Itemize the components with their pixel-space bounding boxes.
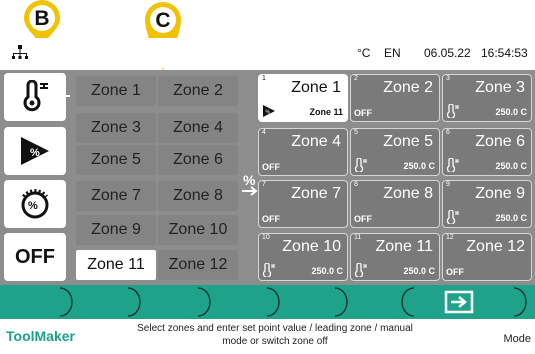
zone-tile-name: Zone 4 [291, 133, 341, 150]
leading-zone-mode-button[interactable]: % [4, 127, 66, 175]
setpoint-mode-button[interactable] [4, 73, 66, 121]
zone-tile-number: 10 [262, 234, 270, 241]
mode-label: Mode [503, 333, 531, 345]
zone-tile-number: 4 [262, 129, 266, 136]
zone-tile-11[interactable]: 11 Zone 11 250.0 C [350, 233, 440, 281]
action-slot-3[interactable] [198, 285, 267, 319]
zone-tile-2[interactable]: 2 Zone 2 OFF [350, 74, 440, 122]
thermometer-icon [354, 158, 367, 172]
zone-tile-number: 5 [354, 129, 358, 136]
zone-select-button[interactable]: Zone 2 [158, 76, 238, 106]
zone-tile-name: Zone 12 [466, 238, 525, 255]
zone-tile-status: OFF [354, 214, 372, 224]
action-bar [0, 285, 535, 319]
hint-line-2: mode or switch zone off [222, 336, 328, 347]
zone-tile-name: Zone 9 [475, 185, 525, 202]
zone-tile-number: 11 [354, 234, 362, 241]
zone-tile-1[interactable]: 1 Zone 1% Zone 11 [258, 74, 348, 122]
brand-logo: ToolMaker [6, 328, 75, 344]
zone-select-button[interactable]: Zone 8 [158, 181, 238, 211]
time-display: 16:54:53 [481, 46, 528, 60]
zone-select-button[interactable]: Zone 12 [158, 250, 238, 280]
unit-indicator: °C [357, 46, 371, 60]
zone-tile-4[interactable]: 4 Zone 4 OFF [258, 128, 348, 176]
thermometer-icon [446, 158, 459, 172]
zone-tile-value: 250.0 C [403, 266, 435, 276]
zone-select-button[interactable]: Zone 10 [158, 215, 238, 245]
callout-c-label: C [155, 9, 170, 32]
zone-select-button[interactable]: Zone 7 [76, 181, 156, 211]
zone-tile-number: 9 [446, 181, 450, 188]
zone-select-button[interactable]: Zone 5 [76, 145, 156, 175]
zone-tile-6[interactable]: 6 Zone 6 250.0 C [442, 128, 532, 176]
zone-tile-name: Zone 6 [475, 133, 525, 150]
svg-text:%: % [266, 110, 271, 116]
callout-b-label: B [34, 7, 49, 30]
zone-tile-12[interactable]: 12 Zone 12 OFF [442, 233, 532, 281]
zone-select-button[interactable]: Zone 3 [76, 113, 156, 143]
zone-tile-number: 7 [262, 181, 266, 188]
zone-tile-8[interactable]: 8 Zone 8 OFF [350, 180, 440, 228]
zone-tile-9[interactable]: 9 Zone 9 250.0 C [442, 180, 532, 228]
zone-tile-value: 250.0 C [403, 161, 435, 171]
hint-line-1: Select zones and enter set point value /… [137, 323, 413, 334]
zone-tile-name: Zone 5 [383, 133, 433, 150]
zone-tile-10[interactable]: 10 Zone 10 250.0 C [258, 233, 348, 281]
thermometer-icon [354, 263, 367, 277]
zone-tile-name: Zone 3 [475, 79, 525, 96]
play-percent-icon: % [21, 137, 49, 165]
zone-tile-number: 3 [446, 75, 450, 82]
zone-select-button[interactable]: Zone 6 [158, 145, 238, 175]
svg-text:%: % [28, 200, 38, 212]
zone-tile-value: 250.0 C [495, 107, 527, 117]
zone-tile-number: 8 [354, 181, 358, 188]
zone-tile-number: 6 [446, 129, 450, 136]
zone-tile-name: Zone 2 [383, 79, 433, 96]
action-slot-1[interactable] [60, 285, 128, 319]
svg-text:%: % [30, 147, 40, 159]
enter-button[interactable] [428, 287, 490, 317]
zone-tile-number: 1 [262, 75, 266, 82]
thermometer-icon [262, 263, 275, 277]
zone-select-button[interactable]: Zone 1 [76, 76, 156, 106]
zone-tile-name: Zone 1 [291, 79, 341, 96]
zone-tile-5[interactable]: 5 Zone 5 250.0 C [350, 128, 440, 176]
zone-select-button[interactable]: Zone 9 [76, 215, 156, 245]
zone-tile-number: 2 [354, 75, 358, 82]
zone-tile-status: OFF [354, 108, 372, 118]
enter-icon [444, 290, 474, 314]
zone-tile-status: OFF [262, 162, 280, 172]
action-slot-2[interactable] [128, 285, 198, 319]
zone-tile-value: 250.0 C [495, 213, 527, 223]
thermometer-icon [446, 104, 459, 118]
zone-select-button[interactable]: Zone 4 [158, 113, 238, 143]
thermometer-icon [446, 210, 459, 224]
zone-tile-name: Zone 8 [383, 185, 433, 202]
zone-select-button[interactable]: Zone 11 [76, 250, 156, 280]
date-display: 06.05.22 [424, 46, 471, 60]
zone-tile-value: 250.0 C [311, 266, 343, 276]
leading-zone-icon: % [263, 105, 275, 117]
zone-tile-number: 12 [446, 234, 454, 241]
zone-tile-status: OFF [262, 214, 280, 224]
off-mode-button[interactable]: OFF [4, 233, 66, 281]
network-icon [12, 45, 28, 59]
zone-tile-name: Zone 10 [282, 238, 341, 255]
zone-tile-3[interactable]: 3 Zone 3 250.0 C [442, 74, 532, 122]
gauge-percent-icon: % [21, 189, 49, 219]
zone-tile-name: Zone 7 [291, 185, 341, 202]
action-slot-4[interactable] [267, 285, 335, 319]
zone-tile-value: Zone 11 [309, 107, 343, 117]
language-indicator[interactable]: EN [384, 46, 401, 60]
off-mode-label: OFF [15, 245, 55, 268]
zone-tile-status: OFF [446, 267, 464, 277]
mode-selection-marker [66, 95, 70, 97]
zone-tile-name: Zone 11 [375, 238, 433, 255]
zone-tile-7[interactable]: 7 Zone 7 OFF [258, 180, 348, 228]
thermometer-setpoint-icon [23, 80, 48, 112]
zone-tile-value: 250.0 C [495, 161, 527, 171]
hint-text: Select zones and enter set point value /… [100, 322, 450, 348]
manual-mode-button[interactable]: % [4, 180, 66, 228]
